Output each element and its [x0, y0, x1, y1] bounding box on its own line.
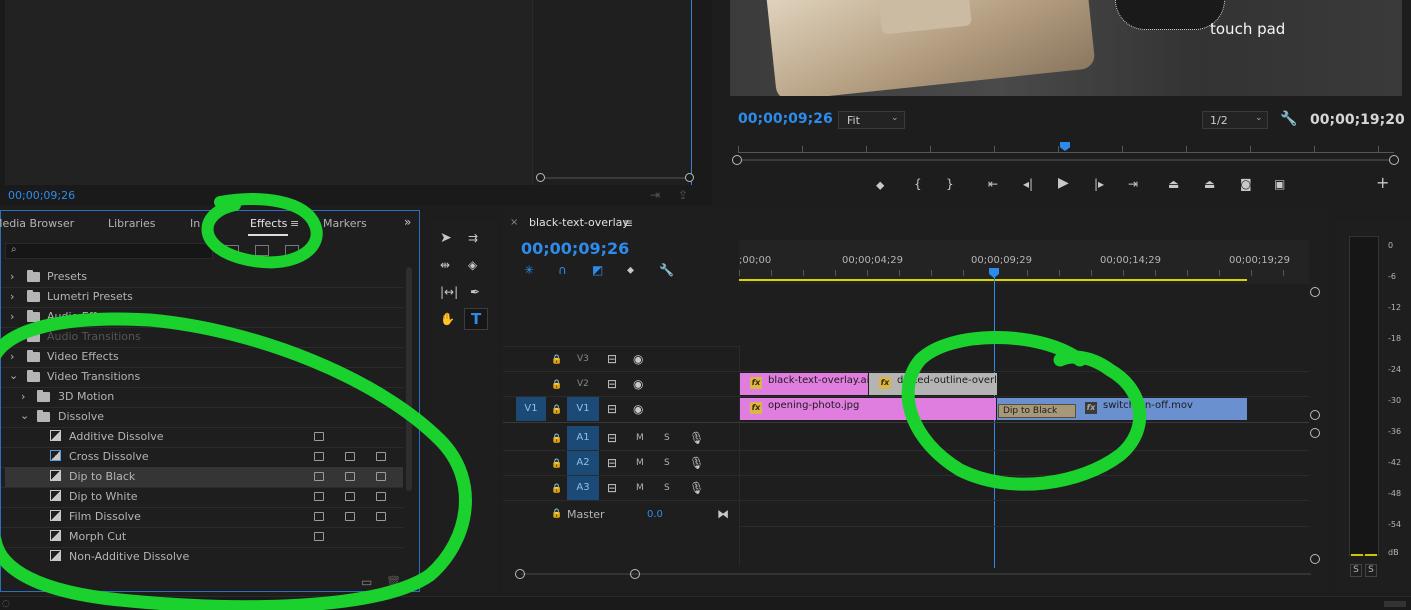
annotation-circle-effects-tab — [201, 193, 323, 269]
annotation-overlay — [0, 193, 1147, 610]
annotation-circle-transition — [901, 331, 1147, 491]
annotation-circle-video-transitions — [0, 312, 472, 610]
